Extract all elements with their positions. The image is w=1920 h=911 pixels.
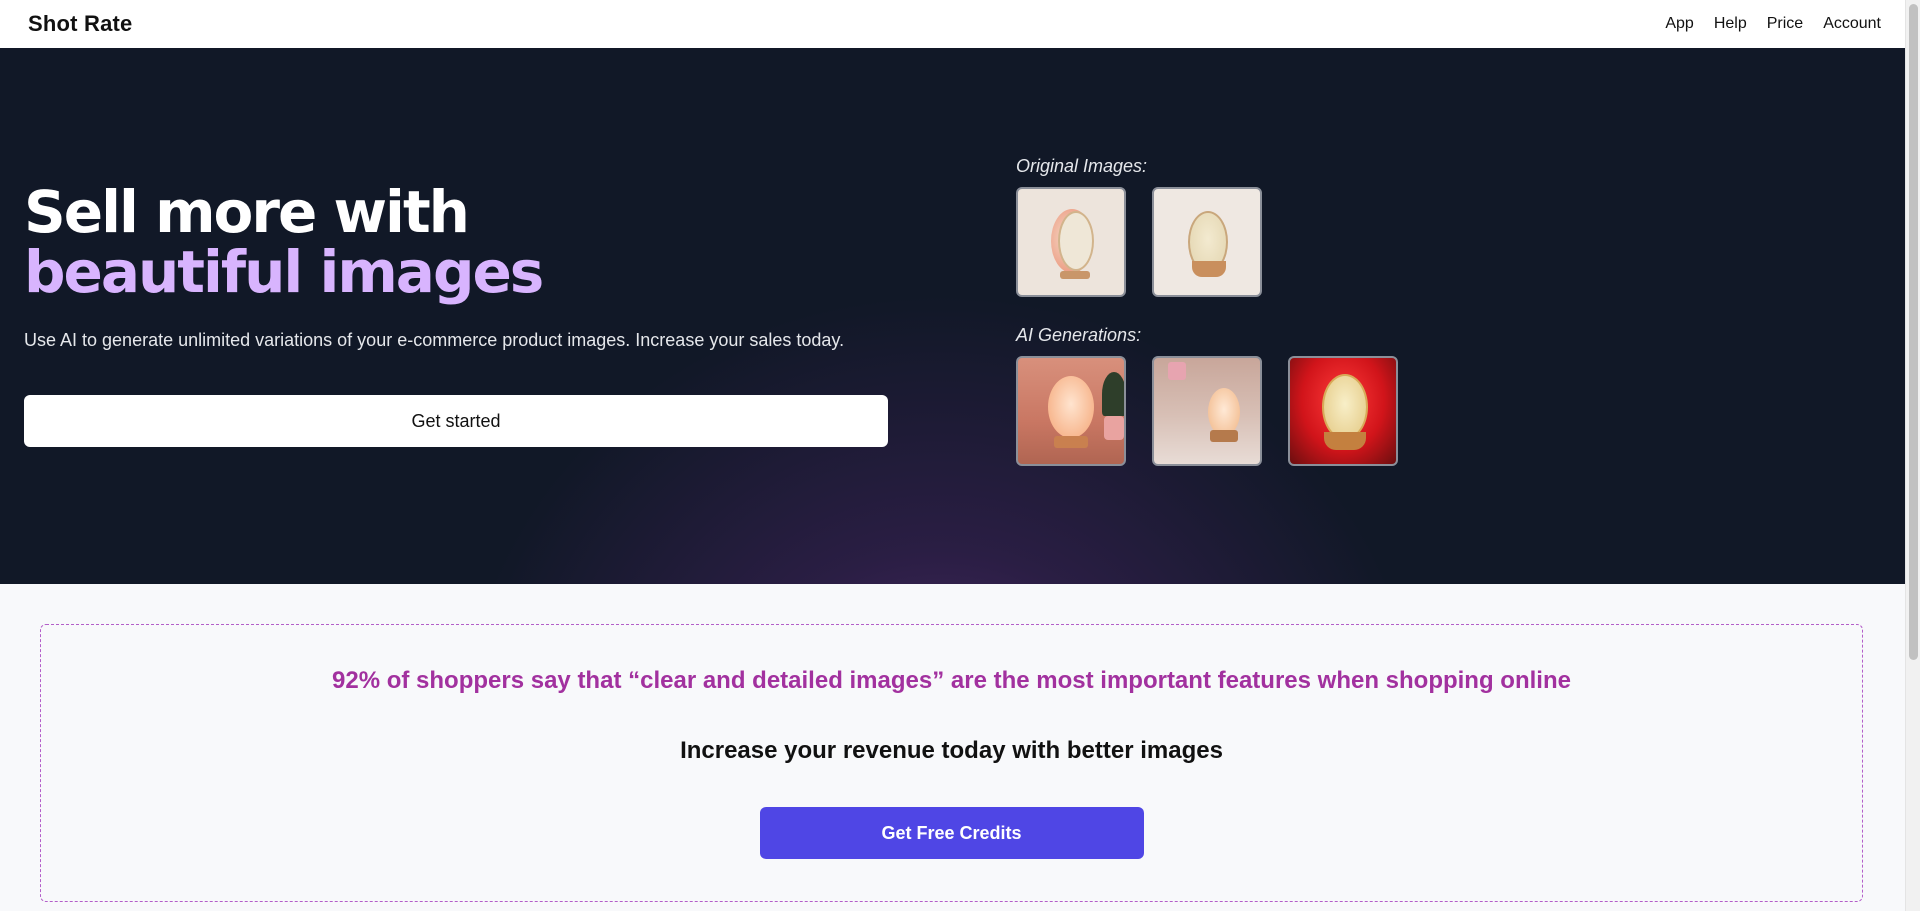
original-images-row xyxy=(1016,187,1398,297)
get-free-credits-button[interactable]: Get Free Credits xyxy=(759,807,1144,859)
scrollbar-thumb[interactable] xyxy=(1909,4,1918,660)
get-started-button[interactable]: Get started xyxy=(24,395,888,447)
nav-links: App Help Price Account xyxy=(1665,15,1881,33)
hero-subtext: Use AI to generate unlimited variations … xyxy=(24,330,845,350)
lamp-face-shape xyxy=(1322,374,1368,440)
lamp-base-shape xyxy=(1192,261,1226,277)
ai-generation-thumbnail[interactable] xyxy=(1016,356,1126,466)
lamp-base-shape xyxy=(1060,271,1090,279)
hero-copy: Sell more with beautiful images Use AI t… xyxy=(24,182,888,447)
wall-tile-shape xyxy=(1168,362,1186,380)
headline-line-2: beautiful images xyxy=(24,238,544,306)
shopper-stat: 92% of shoppers say that “clear and deta… xyxy=(332,667,1571,694)
plant-pot-shape xyxy=(1104,416,1124,440)
brand-logo[interactable]: Shot Rate xyxy=(28,11,132,37)
ai-generations-row xyxy=(1016,356,1398,466)
page-scrollbar[interactable] xyxy=(1905,0,1920,911)
plant-leaf-shape xyxy=(1102,372,1124,416)
nav-link-price[interactable]: Price xyxy=(1767,15,1803,33)
lamp-face-shape xyxy=(1208,388,1240,436)
hero-headline: Sell more with beautiful images xyxy=(24,182,888,302)
original-images-label: Original Images: xyxy=(1016,156,1148,176)
stats-callout: 92% of shoppers say that “clear and deta… xyxy=(40,624,1863,902)
ai-generation-thumbnail[interactable] xyxy=(1288,356,1398,466)
original-image-thumbnail[interactable] xyxy=(1152,187,1262,297)
ai-generations-label: AI Generations: xyxy=(1016,325,1142,345)
lamp-face-shape xyxy=(1048,376,1094,438)
top-nav: Shot Rate App Help Price Account xyxy=(0,0,1905,48)
original-image-thumbnail[interactable] xyxy=(1016,187,1126,297)
hero-section: Sell more with beautiful images Use AI t… xyxy=(0,48,1905,584)
nav-link-account[interactable]: Account xyxy=(1823,15,1881,33)
ai-generation-thumbnail[interactable] xyxy=(1152,356,1262,466)
revenue-tagline: Increase your revenue today with better … xyxy=(680,737,1223,764)
image-showcase: Original Images: AI Generations: xyxy=(1016,156,1398,494)
nav-link-help[interactable]: Help xyxy=(1714,15,1747,33)
nav-link-app[interactable]: App xyxy=(1665,15,1693,33)
lamp-base-shape xyxy=(1324,432,1366,450)
lamp-base-shape xyxy=(1054,436,1088,448)
lamp-base-shape xyxy=(1210,430,1238,442)
headline-line-1: Sell more with xyxy=(24,178,470,246)
lamp-face-shape xyxy=(1058,211,1094,271)
